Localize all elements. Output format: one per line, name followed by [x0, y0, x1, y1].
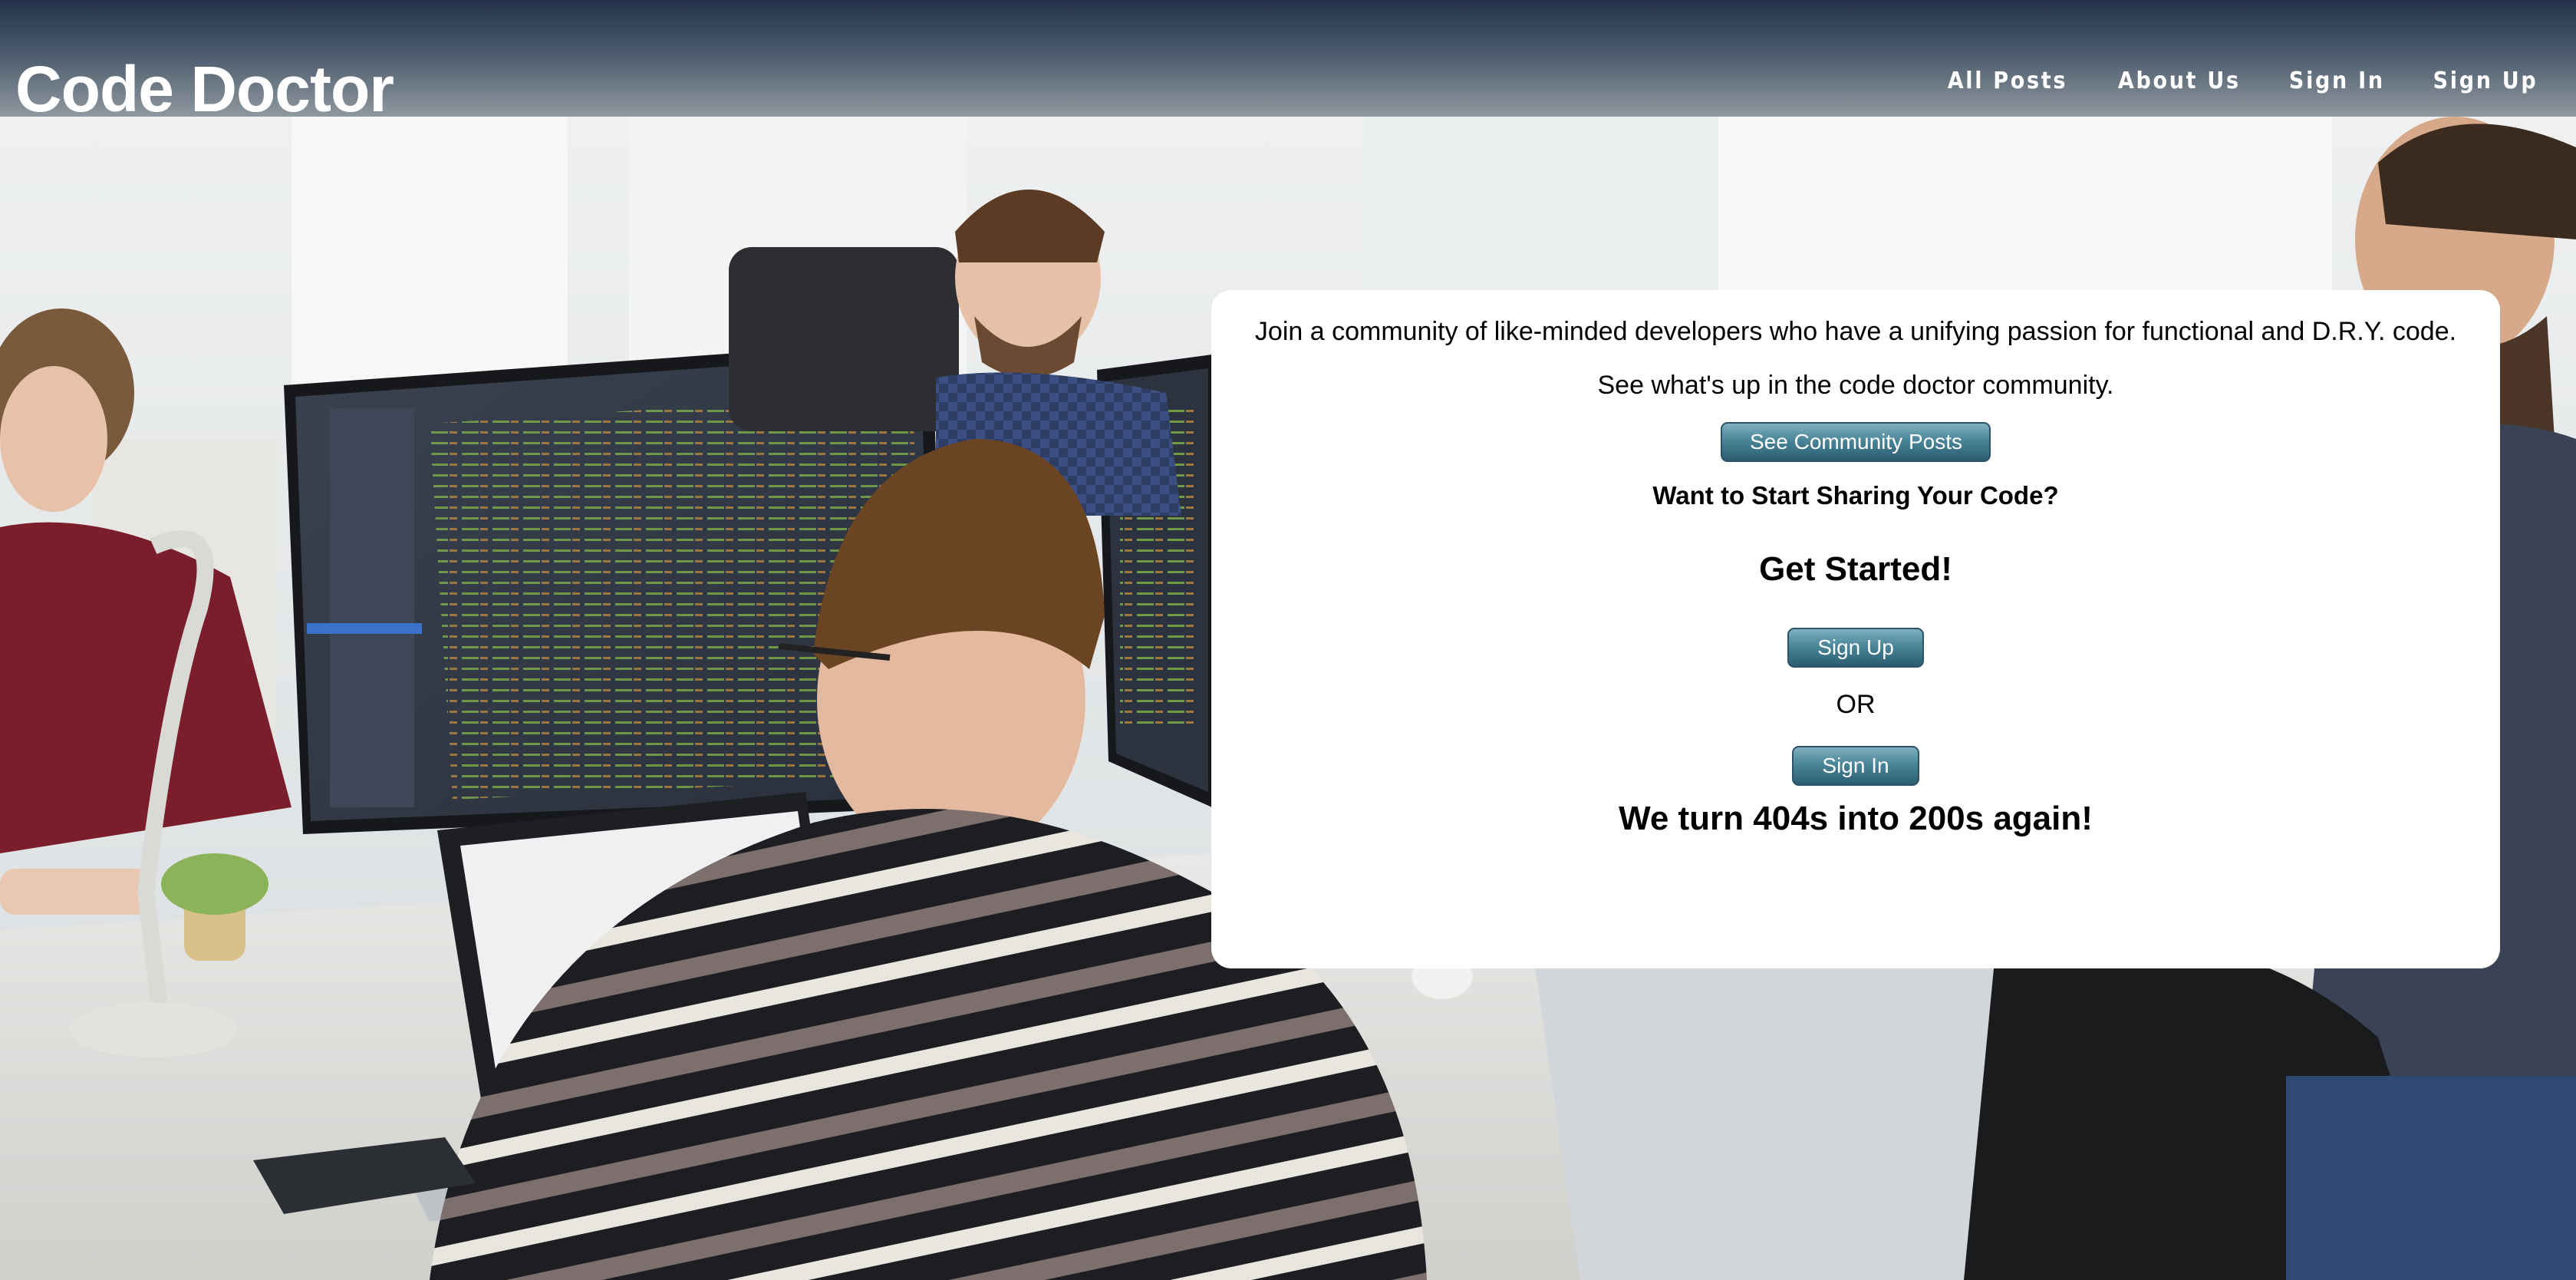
nav-sign-in[interactable]: Sign In	[2289, 68, 2385, 94]
sharing-heading: Want to Start Sharing Your Code?	[1652, 481, 2059, 510]
nav-about-us[interactable]: About Us	[2118, 68, 2241, 94]
tagline: We turn 404s into 200s again!	[1619, 800, 2093, 837]
intro-text: Join a community of like-minded develope…	[1254, 317, 2457, 346]
see-community-posts-button[interactable]: See Community Posts	[1721, 422, 1991, 462]
community-teaser-text: See what's up in the code doctor communi…	[1597, 371, 2114, 400]
hero-card: Join a community of like-minded develope…	[1211, 290, 2500, 968]
sign-in-button[interactable]: Sign In	[1792, 746, 1919, 786]
site-logo-title[interactable]: Code Doctor	[15, 52, 394, 126]
nav-all-posts[interactable]: All Posts	[1947, 68, 2067, 94]
main-nav: All Posts About Us Sign In Sign Up	[1941, 68, 2544, 94]
nav-sign-up[interactable]: Sign Up	[2433, 68, 2538, 94]
site-header: Code Doctor All Posts About Us Sign In S…	[0, 0, 2576, 125]
get-started-heading: Get Started!	[1759, 550, 1952, 588]
sign-up-button[interactable]: Sign Up	[1787, 628, 1924, 668]
or-separator: OR	[1836, 690, 1876, 719]
